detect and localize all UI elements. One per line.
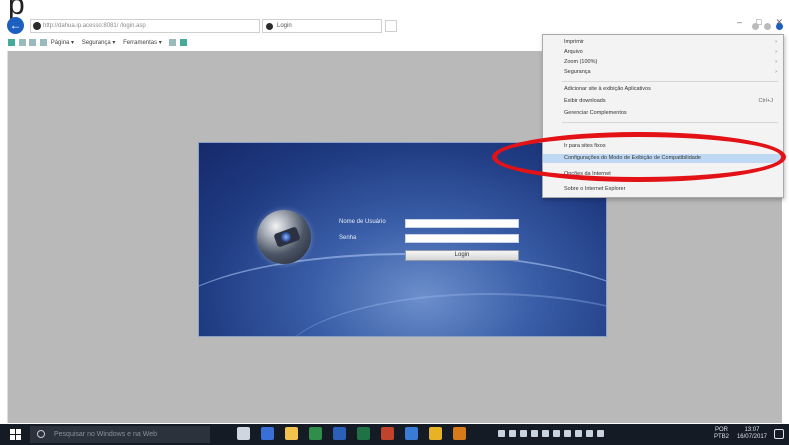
tab-favicon-icon	[266, 23, 273, 30]
extension-icon[interactable]	[180, 38, 188, 46]
username-input[interactable]	[405, 219, 519, 228]
minimize-button[interactable]: –	[737, 17, 742, 28]
store-icon[interactable]	[309, 427, 322, 440]
powerpoint-icon[interactable]	[381, 427, 394, 440]
tray-icon[interactable]	[531, 430, 538, 437]
menu-item-zoom[interactable]: Zoom (100%) ›	[543, 58, 783, 67]
tray-icon[interactable]	[520, 430, 527, 437]
command-bar: Página ▾ Segurança ▾ Ferramentas ▾	[0, 37, 540, 49]
security-menu[interactable]: Segurança ▾	[82, 37, 116, 49]
address-bar[interactable]: http://dahua.ip.acesso:8081/ /login.asp	[30, 19, 260, 33]
toolbar-icons	[752, 23, 783, 30]
menu-separator	[562, 81, 778, 82]
address-text: http://dahua.ip.acesso:8081/ /login.asp	[43, 23, 146, 29]
page-menu[interactable]: Página ▾	[51, 37, 74, 49]
home-icon[interactable]	[752, 23, 759, 30]
tray-icon[interactable]	[509, 430, 516, 437]
tray-icon[interactable]	[575, 430, 582, 437]
tools-gear-icon[interactable]	[776, 23, 783, 30]
menu-item-about-ie[interactable]: Sobre o Internet Explorer	[543, 185, 783, 194]
task-view-icon[interactable]	[237, 427, 250, 440]
back-arrow-icon[interactable]: ←	[7, 17, 24, 34]
tray-icon[interactable]	[564, 430, 571, 437]
menu-item-downloads[interactable]: Exibir downloads Ctrl+J	[543, 97, 783, 106]
menu-separator	[562, 122, 778, 123]
red-highlight-ellipse	[492, 132, 786, 182]
menu-item-manage-addons[interactable]: Gerenciar Complementos	[543, 109, 783, 118]
browser-address-row: ← http://dahua.ip.acesso:8081/ /login.as…	[0, 17, 789, 35]
notification-icon[interactable]	[774, 429, 784, 439]
edge-icon[interactable]	[261, 427, 274, 440]
home-small-icon[interactable]	[8, 38, 15, 46]
system-tray-icons	[498, 430, 604, 437]
help-icon[interactable]	[169, 38, 177, 46]
mail-icon[interactable]	[29, 38, 37, 46]
menu-item-print[interactable]: Imprimir ›	[543, 38, 783, 47]
tab-title: Login	[277, 23, 292, 29]
taskbar: Pesquisar no Windows e na Web POR PTB2 1…	[0, 424, 789, 445]
chrome-icon[interactable]	[429, 427, 442, 440]
tray-icon[interactable]	[553, 430, 560, 437]
password-input[interactable]	[405, 234, 519, 243]
favorites-star-icon[interactable]	[764, 23, 771, 30]
tools-menu[interactable]: Ferramentas ▾	[123, 37, 162, 49]
taskbar-search-box[interactable]: Pesquisar no Windows e na Web	[30, 426, 210, 443]
print-icon[interactable]	[40, 38, 48, 46]
search-icon	[37, 430, 45, 438]
username-label: Nome de Usuário	[339, 219, 386, 225]
app-icon[interactable]	[453, 427, 466, 440]
camera-globe-logo-icon	[257, 210, 311, 264]
internet-explorer-icon[interactable]	[405, 427, 418, 440]
file-explorer-icon[interactable]	[285, 427, 298, 440]
taskbar-clock[interactable]: 13:07 16/07/2017	[737, 427, 767, 441]
feeds-icon[interactable]	[18, 38, 26, 46]
word-icon[interactable]	[333, 427, 346, 440]
menu-item-add-site-apps[interactable]: Adicionar site à exibição Aplicativos	[543, 85, 783, 94]
site-favicon-icon	[33, 22, 41, 30]
taskbar-pinned-apps	[237, 427, 466, 440]
network-icon[interactable]	[586, 430, 593, 437]
language-indicator[interactable]: POR PTB2	[714, 427, 729, 441]
menu-item-security[interactable]: Segurança ›	[543, 68, 783, 77]
screen: p ← http://dahua.ip.acesso:8081/ /login.…	[0, 0, 789, 445]
windows-start-icon[interactable]	[10, 429, 21, 440]
search-placeholder: Pesquisar no Windows e na Web	[54, 431, 157, 438]
password-label: Senha	[339, 235, 357, 241]
tray-icon[interactable]	[498, 430, 505, 437]
tab-login[interactable]: Login	[262, 19, 382, 33]
menu-item-file[interactable]: Arquivo ›	[543, 48, 783, 57]
volume-icon[interactable]	[597, 430, 604, 437]
login-button[interactable]: Login	[405, 250, 519, 261]
new-tab-button[interactable]	[385, 20, 397, 32]
excel-icon[interactable]	[357, 427, 370, 440]
tray-icon[interactable]	[542, 430, 549, 437]
